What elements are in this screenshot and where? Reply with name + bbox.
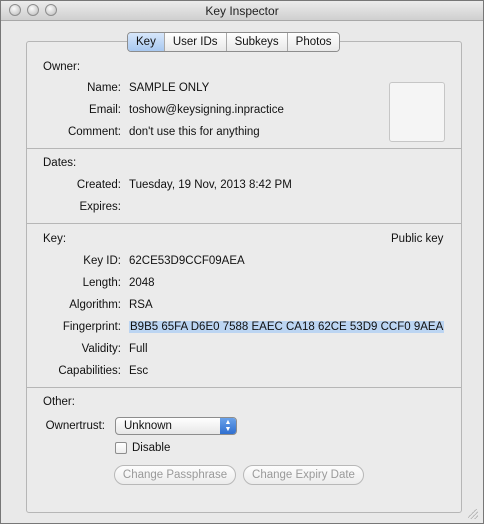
- tab-subkeys[interactable]: Subkeys: [226, 33, 288, 51]
- dates-divider: [27, 223, 461, 224]
- tab-photos[interactable]: Photos: [287, 33, 340, 51]
- key-id-value: 62CE53D9CCF09AEA: [129, 255, 245, 267]
- length-label: Length:: [82, 277, 121, 289]
- up-down-arrows-icon: ▲ ▼: [220, 418, 236, 434]
- owner-section-label: Owner:: [43, 61, 81, 73]
- ownertrust-label: Ownertrust:: [45, 420, 105, 432]
- fingerprint-highlight[interactable]: B9B5 65FA D6E0 7588 EAEC CA18 62CE 53D9 …: [129, 321, 445, 333]
- disable-checkbox[interactable]: [115, 442, 127, 454]
- length-value: 2048: [129, 277, 155, 289]
- key-type-value: Public key: [391, 233, 444, 245]
- fingerprint-label: Fingerprint:: [62, 321, 121, 333]
- fingerprint-value[interactable]: B9B5 65FA D6E0 7588 EAEC CA18 62CE 53D9 …: [129, 321, 445, 333]
- name-label: Name:: [87, 82, 121, 94]
- ownertrust-value: Unknown: [124, 420, 172, 432]
- email-value: toshow@keysigning.inpractice: [129, 104, 284, 116]
- key-inspector-window: Key Inspector Key User IDs Subkeys Photo…: [0, 0, 484, 524]
- algorithm-value: RSA: [129, 299, 153, 311]
- key-section-label: Key:: [43, 233, 67, 245]
- tab-bar: Key User IDs Subkeys Photos: [127, 32, 341, 52]
- algorithm-label: Algorithm:: [69, 299, 121, 311]
- capabilities-value: Esc: [129, 365, 149, 377]
- other-section-label: Other:: [43, 396, 75, 408]
- dates-section-label: Dates:: [43, 157, 77, 169]
- resize-grip-icon[interactable]: [468, 509, 478, 519]
- expires-label: Expires:: [79, 201, 121, 213]
- disable-label: Disable: [132, 442, 171, 454]
- email-label: Email:: [89, 104, 121, 116]
- change-expiry-date-button[interactable]: Change Expiry Date: [243, 465, 364, 485]
- comment-label: Comment:: [67, 126, 121, 138]
- capabilities-label: Capabilities:: [58, 365, 121, 377]
- key-id-label: Key ID:: [83, 255, 121, 267]
- validity-value: Full: [129, 343, 148, 355]
- created-label: Created:: [76, 179, 121, 191]
- owner-divider: [27, 148, 461, 149]
- window-title: Key Inspector: [205, 4, 279, 18]
- comment-value: don't use this for anything: [129, 126, 260, 138]
- validity-label: Validity:: [81, 343, 121, 355]
- name-value: SAMPLE ONLY: [129, 82, 210, 94]
- key-divider: [27, 387, 461, 388]
- ownertrust-select[interactable]: Unknown ▲ ▼: [115, 417, 237, 435]
- tab-user-ids[interactable]: User IDs: [164, 33, 227, 51]
- title-bar[interactable]: Key Inspector: [1, 1, 483, 21]
- photo-box[interactable]: [389, 82, 445, 142]
- tab-key[interactable]: Key: [128, 33, 165, 51]
- created-value: Tuesday, 19 Nov, 2013 8:42 PM: [129, 179, 292, 191]
- change-passphrase-button[interactable]: Change Passphrase: [114, 465, 236, 485]
